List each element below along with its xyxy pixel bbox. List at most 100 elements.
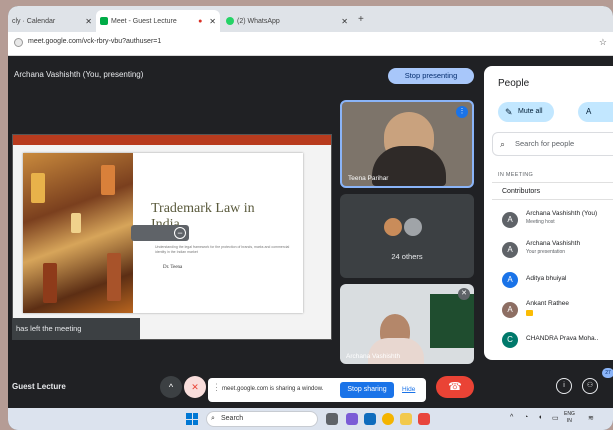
participant-name: CHANDRA Prava Moha.. <box>526 335 599 342</box>
meet-stage: Archana Vashishth (You, presenting) Stop… <box>8 56 613 408</box>
close-icon[interactable]: ✕ <box>341 17 348 26</box>
taskbar-search-label: Search <box>221 415 244 422</box>
hide-link[interactable]: Hide <box>402 386 415 393</box>
slide-subtitle: Understanding the legal framework for th… <box>155 245 290 254</box>
minimize-icon[interactable]: − <box>174 227 186 239</box>
market-stall-shape <box>101 165 115 195</box>
recording-icon: ● <box>198 17 203 25</box>
info-icon[interactable]: i <box>556 378 572 394</box>
participant-tile-active[interactable]: ⋮ Teena Parihar <box>340 100 474 188</box>
market-stall-shape <box>31 173 45 203</box>
avatar: A <box>502 302 518 318</box>
volume-icon[interactable]: ◖ <box>538 414 542 421</box>
people-icon[interactable]: ⚇ <box>582 378 598 394</box>
tab-whatsapp[interactable]: (2) WhatsApp ✕ <box>222 10 352 32</box>
screen-frame: cly · Calendar ✕ Meet - Guest Lecture ● … <box>8 6 613 430</box>
people-search-input[interactable]: ⌕ Search for people <box>492 132 613 156</box>
speaking-icon: ⋮ <box>456 106 468 118</box>
shared-screen: Trademark Law in India Understanding the… <box>12 134 332 340</box>
sharing-notification-bar: ⋮ meet.google.com is sharing a window. S… <box>208 378 426 402</box>
app-icon[interactable] <box>418 413 430 425</box>
avatar: C <box>502 332 518 348</box>
hand-raised-icon <box>526 310 533 316</box>
mic-off-icon[interactable]: ✕ <box>184 376 206 398</box>
market-stall-shape <box>43 263 57 303</box>
region-code: IN <box>566 418 572 424</box>
stop-presenting-button[interactable]: Stop presenting <box>388 68 474 84</box>
participant-count-badge: 27 <box>602 368 613 378</box>
participant-role: Meeting host <box>526 219 555 225</box>
language-indicator[interactable]: ENG IN <box>564 411 575 425</box>
avatar: A <box>502 272 518 288</box>
mic-off-icon: ✎ <box>505 107 513 117</box>
participant-tile-self[interactable]: ✕ Archana Vashishth <box>340 284 474 364</box>
network-icon[interactable]: ◔ <box>524 414 528 421</box>
avatar: A <box>502 212 518 228</box>
participant-name: Archana Vashishth <box>526 240 581 247</box>
market-stall-shape <box>107 253 121 301</box>
file-explorer-icon[interactable] <box>400 413 412 425</box>
background-board <box>430 294 474 348</box>
browser-tab-strip: cly · Calendar ✕ Meet - Guest Lecture ● … <box>8 6 613 32</box>
powerpoint-titlebar <box>13 135 331 145</box>
slide-author: Dr. Teena <box>163 265 183 270</box>
tab-label: Meet - Guest Lecture <box>111 17 177 25</box>
mute-all-label: Mute all <box>518 108 543 115</box>
language-code: ENG <box>564 411 575 417</box>
list-item[interactable]: A Aditya bhuiyal <box>484 266 613 296</box>
mute-all-button[interactable]: ✎ Mute all <box>498 102 554 122</box>
others-count: 24 others <box>391 252 423 261</box>
participant-name: Aditya bhuiyal <box>526 275 567 282</box>
presenter-label: Archana Vashishth (You, presenting) <box>14 70 144 79</box>
avatar <box>382 216 404 238</box>
end-call-button[interactable]: ☎ <box>436 376 474 398</box>
drag-handle-icon[interactable]: ⋮ <box>212 382 221 393</box>
close-icon[interactable]: ✕ <box>85 17 92 26</box>
floating-share-control[interactable]: − <box>131 225 189 241</box>
tab-meet[interactable]: Meet - Guest Lecture ● ✕ <box>96 10 220 32</box>
participant-tile-others[interactable]: 24 others <box>340 194 474 278</box>
muted-mic-icon: ✕ <box>458 288 470 300</box>
list-item[interactable]: A Archana Vashishth Your presentation <box>484 236 613 266</box>
taskbar-search-input[interactable]: ⌕ Search <box>206 411 318 427</box>
add-people-button[interactable]: A <box>578 102 613 122</box>
participant-name: Archana Vashishth (You) <box>526 210 598 217</box>
people-panel: People ✎ Mute all A ⌕ Search for people … <box>484 66 613 360</box>
left-meeting-toast: has left the meeting <box>12 318 140 340</box>
list-item[interactable]: C CHANDRA Prava Moha.. <box>484 326 613 356</box>
tray-chevron-icon[interactable]: ^ <box>510 414 513 421</box>
whatsapp-icon <box>226 17 234 25</box>
list-item[interactable]: A Archana Vashishth (You) Meeting host <box>484 206 613 236</box>
stop-sharing-button[interactable]: Stop sharing <box>340 382 394 398</box>
add-people-label: A <box>586 107 592 116</box>
avatar: A <box>502 242 518 258</box>
battery-icon[interactable]: ▭ <box>552 414 559 422</box>
mic-options-button[interactable]: ^ <box>160 376 182 398</box>
close-icon[interactable]: ✕ <box>209 17 216 26</box>
bookmark-star-icon[interactable]: ☆ <box>599 37 607 48</box>
url-field[interactable]: meet.google.com/vck-rbry-vbu?authuser=1 <box>28 38 161 45</box>
os-taskbar: ⌕ Search ^ ◔ ◖ ▭ ENG IN ≋ <box>8 408 613 430</box>
new-tab-button[interactable]: + <box>358 14 364 25</box>
windows-start-icon[interactable] <box>186 413 198 425</box>
contributors-group[interactable]: Contributors <box>492 182 613 200</box>
search-icon: ⌕ <box>500 139 506 149</box>
meeting-title: Guest Lecture <box>12 382 66 391</box>
chrome-icon[interactable] <box>382 413 394 425</box>
participant-name: Archana Vashishth <box>346 353 401 360</box>
tab-label: (2) WhatsApp <box>237 17 280 25</box>
teams-icon[interactable] <box>346 413 358 425</box>
participant-name: Teena Parihar <box>348 175 389 182</box>
search-icon: ⌕ <box>211 415 215 422</box>
section-header: IN MEETING <box>498 172 534 178</box>
site-info-icon[interactable] <box>14 38 23 47</box>
task-view-icon[interactable] <box>326 413 338 425</box>
panel-title: People <box>498 78 530 89</box>
list-item[interactable]: A Ankant Rathee <box>484 296 613 326</box>
participant-name: Ankant Rathee <box>526 300 570 307</box>
market-stall-shape <box>71 213 81 233</box>
participant-video <box>368 338 424 364</box>
wifi-icon[interactable]: ≋ <box>588 414 594 422</box>
edge-icon[interactable] <box>364 413 376 425</box>
tab-calendar[interactable]: cly · Calendar ✕ <box>8 10 96 32</box>
